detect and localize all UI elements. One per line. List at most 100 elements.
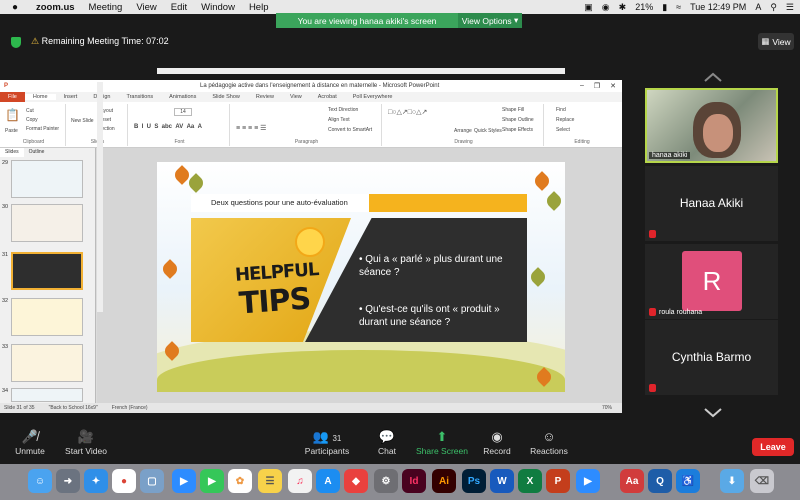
tab-file[interactable]: File bbox=[0, 92, 25, 102]
participants-button[interactable]: 👥 31 Participants bbox=[302, 428, 352, 456]
indesign-icon[interactable]: Id bbox=[402, 469, 426, 493]
find-button[interactable]: Find bbox=[556, 107, 566, 113]
minimize-icon[interactable]: – bbox=[580, 82, 584, 90]
tab-animations[interactable]: Animations bbox=[161, 94, 204, 100]
notes-icon[interactable]: ☰ bbox=[258, 469, 282, 493]
launchpad-icon[interactable]: ➜ bbox=[56, 469, 80, 493]
facetime-icon[interactable]: ▶ bbox=[200, 469, 224, 493]
wifi-icon[interactable]: ≈ bbox=[676, 2, 681, 12]
dictionary-icon[interactable]: Aa bbox=[620, 469, 644, 493]
search-icon[interactable]: ⚲ bbox=[770, 2, 777, 13]
paste-button[interactable]: Paste bbox=[5, 128, 18, 134]
shape-outline-button[interactable]: Shape Outline bbox=[502, 117, 534, 123]
share-screen-button[interactable]: ⬆ Share Screen bbox=[414, 428, 470, 456]
replace-button[interactable]: Replace bbox=[556, 117, 574, 123]
menu-meeting[interactable]: Meeting bbox=[89, 2, 123, 13]
excel-icon[interactable]: X bbox=[518, 469, 542, 493]
illustrator-icon[interactable]: Ai bbox=[432, 469, 456, 493]
zoom-icon[interactable]: ▶ bbox=[576, 469, 600, 493]
menu-view[interactable]: View bbox=[136, 2, 156, 13]
participant-tile[interactable]: Cynthia Barmo bbox=[645, 320, 778, 395]
chevron-down-icon[interactable] bbox=[703, 407, 723, 419]
finder-icon[interactable]: ☺ bbox=[28, 469, 52, 493]
view-button[interactable]: ▦ View bbox=[758, 33, 794, 50]
format-painter-button[interactable]: Format Painter bbox=[26, 126, 59, 132]
tab-outline[interactable]: Outline bbox=[24, 148, 50, 157]
alignment-buttons[interactable]: ≡ ≡ ≡ ≡ ☰ bbox=[236, 124, 266, 132]
close-icon[interactable]: ✕ bbox=[610, 82, 616, 90]
record-button[interactable]: ◉ Record bbox=[480, 428, 514, 456]
arrange-button[interactable]: Arrange bbox=[454, 128, 472, 134]
word-icon[interactable]: W bbox=[490, 469, 514, 493]
start-video-button[interactable]: 🎥 Start Video bbox=[62, 428, 110, 456]
photoshop-icon[interactable]: Ps bbox=[462, 469, 486, 493]
vpn-icon[interactable]: ◉ bbox=[602, 2, 610, 13]
restore-icon[interactable]: ❐ bbox=[594, 82, 600, 90]
zoom-status-icon[interactable]: ▣ bbox=[584, 2, 593, 13]
tab-review[interactable]: Review bbox=[248, 94, 282, 100]
slide-thumbnail[interactable] bbox=[11, 160, 83, 198]
leave-button[interactable]: Leave bbox=[752, 438, 794, 456]
battery-icon[interactable]: ▮ bbox=[662, 2, 667, 13]
unmute-button[interactable]: 🎤̸ Unmute bbox=[12, 428, 48, 456]
status-language[interactable]: French (France) bbox=[112, 405, 148, 411]
slide-thumbnail[interactable] bbox=[11, 388, 83, 402]
tab-home[interactable]: Home bbox=[24, 94, 56, 100]
quick-styles-button[interactable]: Quick Styles bbox=[474, 128, 502, 134]
safari-icon[interactable]: ✦ bbox=[84, 469, 108, 493]
reactions-button[interactable]: ☺ Reactions bbox=[526, 428, 572, 456]
align-text-button[interactable]: Align Text bbox=[328, 117, 350, 123]
app-store-icon[interactable]: A bbox=[316, 469, 340, 493]
tab-view[interactable]: View bbox=[282, 94, 310, 100]
powerpoint-icon[interactable]: P bbox=[546, 469, 570, 493]
participant-tile[interactable]: R roula rouhana bbox=[645, 244, 778, 319]
chrome-icon[interactable]: ● bbox=[112, 469, 136, 493]
slides-thumbnail-panel[interactable]: Slides Outline 29 30 31 32 33 34 bbox=[0, 148, 96, 403]
tab-slide-show[interactable]: Slide Show bbox=[204, 94, 248, 100]
downloads-folder-icon[interactable]: ⬇ bbox=[720, 469, 744, 493]
select-button[interactable]: Select bbox=[556, 127, 570, 133]
quicktime-icon[interactable]: Q bbox=[648, 469, 672, 493]
slide-thumbnail-selected[interactable] bbox=[11, 252, 83, 290]
shapes-gallery[interactable]: □○△↗□○△↗ bbox=[388, 108, 427, 116]
shield-icon[interactable] bbox=[11, 37, 21, 48]
photos-icon[interactable]: ✿ bbox=[228, 469, 252, 493]
new-slide-button[interactable]: New Slide bbox=[71, 118, 94, 124]
font-size-field[interactable]: 14 bbox=[174, 108, 192, 116]
current-slide[interactable]: Deux questions pour une auto-évaluation … bbox=[157, 162, 565, 392]
tab-transitions[interactable]: Transitions bbox=[118, 94, 161, 100]
tab-acrobat[interactable]: Acrobat bbox=[310, 94, 345, 100]
input-source-icon[interactable]: A bbox=[755, 2, 761, 12]
preview-icon[interactable]: ▢ bbox=[140, 469, 164, 493]
copy-button[interactable]: Copy bbox=[26, 117, 38, 123]
tab-poll-everywhere[interactable]: Poll Everywhere bbox=[345, 94, 401, 100]
menu-window[interactable]: Window bbox=[201, 2, 235, 13]
control-center-icon[interactable]: ☰ bbox=[786, 2, 794, 13]
system-preferences-icon[interactable]: ⚙ bbox=[374, 469, 398, 493]
participant-tile[interactable]: Hanaa Akiki bbox=[645, 166, 778, 241]
tab-insert[interactable]: Insert bbox=[56, 94, 86, 100]
paste-icon[interactable]: 📋 bbox=[5, 108, 20, 122]
battery-percent[interactable]: 21% bbox=[635, 2, 653, 12]
shape-fill-button[interactable]: Shape Fill bbox=[502, 107, 524, 113]
text-direction-button[interactable]: Text Direction bbox=[328, 107, 358, 113]
apple-icon[interactable]: ● bbox=[8, 2, 22, 13]
chevron-up-icon[interactable] bbox=[703, 71, 723, 83]
shape-effects-button[interactable]: Shape Effects bbox=[502, 127, 533, 133]
view-options-button[interactable]: View Options ▾ bbox=[458, 13, 522, 28]
clock[interactable]: Tue 12:49 PM bbox=[690, 2, 746, 12]
slide-thumbnail[interactable] bbox=[11, 298, 83, 336]
menu-help[interactable]: Help bbox=[249, 2, 269, 13]
cut-button[interactable]: Cut bbox=[26, 108, 34, 114]
accessibility-icon[interactable]: ♿ bbox=[676, 469, 700, 493]
menu-app-zoom[interactable]: zoom.us bbox=[36, 2, 75, 13]
bluetooth-icon[interactable]: ✱ bbox=[619, 2, 627, 13]
participant-tile-video[interactable]: hanaa akiki bbox=[645, 88, 778, 163]
font-style-buttons[interactable]: B I U S abc AV Aa A bbox=[134, 124, 202, 130]
chat-button[interactable]: 💬 Chat bbox=[372, 428, 402, 456]
convert-smartart-button[interactable]: Convert to SmartArt bbox=[328, 127, 372, 133]
slide-thumbnail[interactable] bbox=[11, 344, 83, 382]
trash-icon[interactable]: ⌫ bbox=[750, 469, 774, 493]
music-icon[interactable]: ♫ bbox=[288, 469, 312, 493]
slide-thumbnail[interactable] bbox=[11, 204, 83, 242]
